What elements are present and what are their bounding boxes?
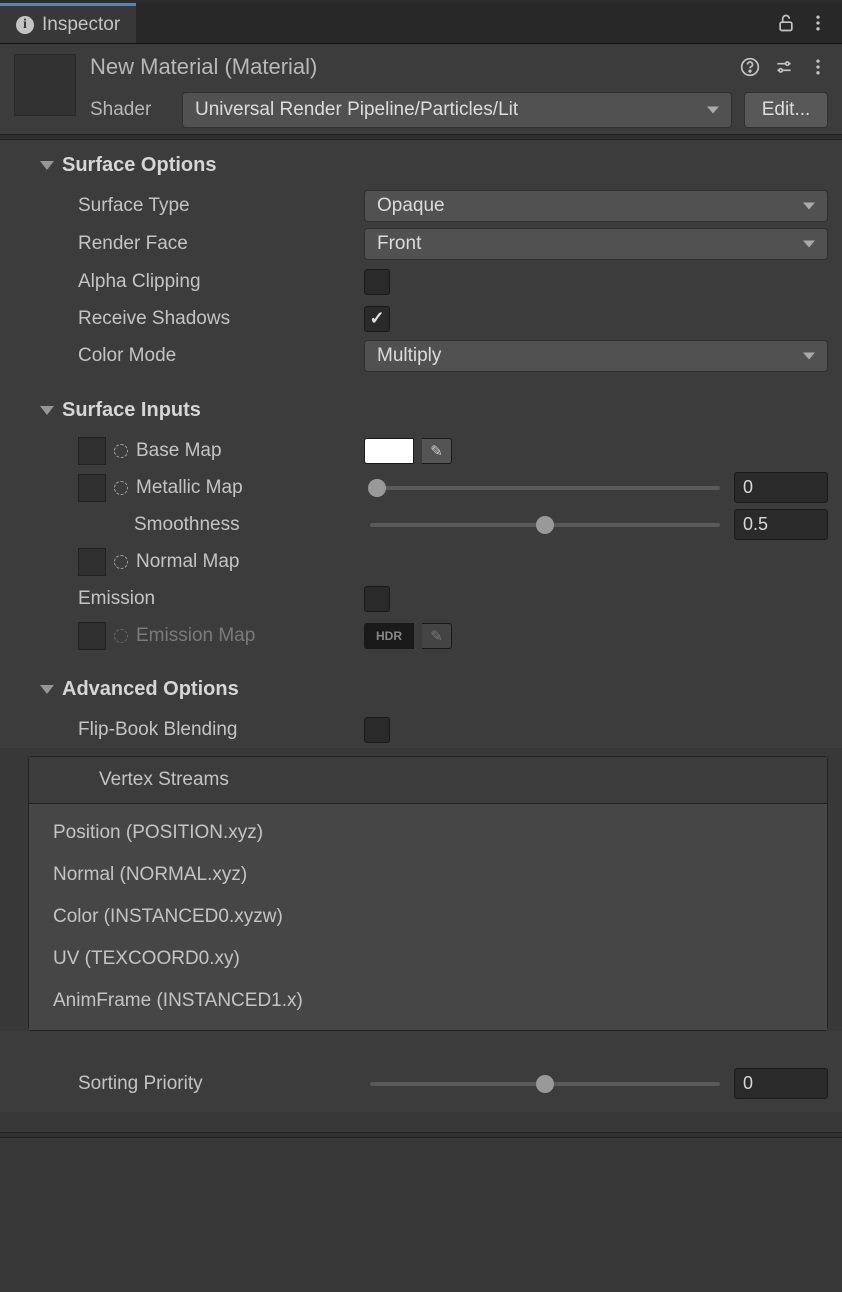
settings-sliders-icon[interactable]: [774, 57, 794, 77]
lock-icon[interactable]: [776, 13, 796, 33]
tab-bar: i Inspector: [0, 3, 842, 44]
surface-options-section: Surface Options Surface Type Opaque Rend…: [0, 140, 842, 385]
vertex-streams-box: Vertex Streams Position (POSITION.xyz) N…: [28, 756, 828, 1031]
vertex-stream-item[interactable]: UV (TEXCOORD0.xy): [29, 938, 827, 980]
receive-shadows-label: Receive Shadows: [14, 308, 364, 330]
tab-label: Inspector: [42, 14, 120, 36]
help-icon[interactable]: [740, 57, 760, 77]
alpha-clipping-checkbox[interactable]: [364, 269, 390, 295]
vertex-streams-header[interactable]: Vertex Streams: [29, 757, 827, 804]
sorting-priority-field[interactable]: 0: [734, 1068, 828, 1099]
base-map-label: Base Map: [14, 437, 364, 465]
color-mode-label: Color Mode: [14, 345, 364, 367]
foldout-icon: [40, 161, 54, 170]
advanced-options-section: Advanced Options Flip-Book Blending: [0, 664, 842, 748]
color-mode-dropdown[interactable]: Multiply: [364, 340, 828, 372]
surface-type-label: Surface Type: [14, 195, 364, 217]
foldout-icon: [40, 685, 54, 694]
surface-inputs-header[interactable]: Surface Inputs: [14, 399, 828, 422]
smoothness-slider[interactable]: [370, 523, 720, 527]
foldout-icon: [40, 406, 54, 415]
material-preview-thumbnail[interactable]: [14, 54, 76, 116]
smoothness-label: Smoothness: [14, 514, 364, 536]
metallic-map-label: Metallic Map: [14, 474, 364, 502]
render-face-label: Render Face: [14, 233, 364, 255]
sorting-section: Sorting Priority 0: [0, 1031, 842, 1112]
divider: [0, 1132, 842, 1138]
surface-inputs-section: Surface Inputs Base Map ✎ Metallic Map 0…: [0, 385, 842, 664]
emission-label: Emission: [14, 588, 364, 610]
vertex-stream-item[interactable]: Color (INSTANCED0.xyzw): [29, 896, 827, 938]
vertex-streams-list: Position (POSITION.xyz) Normal (NORMAL.x…: [29, 804, 827, 1030]
eyedropper-button: ✎: [422, 623, 452, 649]
advanced-options-header[interactable]: Advanced Options: [14, 678, 828, 701]
material-title: New Material (Material): [90, 54, 317, 80]
object-picker-icon[interactable]: [114, 481, 128, 495]
surface-options-header[interactable]: Surface Options: [14, 154, 828, 177]
info-icon: i: [16, 16, 34, 34]
emission-map-label: Emission Map: [14, 622, 364, 650]
sorting-priority-label: Sorting Priority: [14, 1073, 364, 1095]
shader-dropdown[interactable]: Universal Render Pipeline/Particles/Lit: [182, 92, 732, 128]
object-picker-icon[interactable]: [114, 444, 128, 458]
base-map-color-swatch[interactable]: [364, 438, 414, 464]
normal-map-label: Normal Map: [14, 548, 364, 576]
material-header: New Material (Material) Shader Universal…: [0, 44, 842, 134]
shader-label: Shader: [90, 99, 170, 121]
edit-button[interactable]: Edit...: [744, 92, 828, 128]
vertex-stream-item[interactable]: AnimFrame (INSTANCED1.x): [29, 980, 827, 1022]
flipbook-label: Flip-Book Blending: [14, 719, 364, 741]
sorting-priority-slider[interactable]: [370, 1082, 720, 1086]
metallic-slider[interactable]: [370, 486, 720, 490]
smoothness-field[interactable]: 0.5: [734, 509, 828, 540]
metallic-field[interactable]: 0: [734, 472, 828, 503]
receive-shadows-checkbox[interactable]: [364, 306, 390, 332]
eyedropper-button[interactable]: ✎: [422, 438, 452, 464]
metallic-map-texture-slot[interactable]: [78, 474, 106, 502]
normal-map-texture-slot[interactable]: [78, 548, 106, 576]
base-map-texture-slot[interactable]: [78, 437, 106, 465]
emission-map-texture-slot: [78, 622, 106, 650]
render-face-dropdown[interactable]: Front: [364, 228, 828, 260]
surface-type-dropdown[interactable]: Opaque: [364, 190, 828, 222]
kebab-menu-icon[interactable]: [808, 57, 828, 77]
object-picker-icon: [114, 629, 128, 643]
flipbook-checkbox[interactable]: [364, 717, 390, 743]
inspector-tab[interactable]: i Inspector: [0, 3, 136, 43]
emission-hdr-swatch: HDR: [364, 623, 414, 649]
object-picker-icon[interactable]: [114, 555, 128, 569]
vertex-stream-item[interactable]: Normal (NORMAL.xyz): [29, 854, 827, 896]
vertex-stream-item[interactable]: Position (POSITION.xyz): [29, 812, 827, 854]
kebab-menu-icon[interactable]: [808, 13, 828, 33]
alpha-clipping-label: Alpha Clipping: [14, 271, 364, 293]
emission-checkbox[interactable]: [364, 586, 390, 612]
